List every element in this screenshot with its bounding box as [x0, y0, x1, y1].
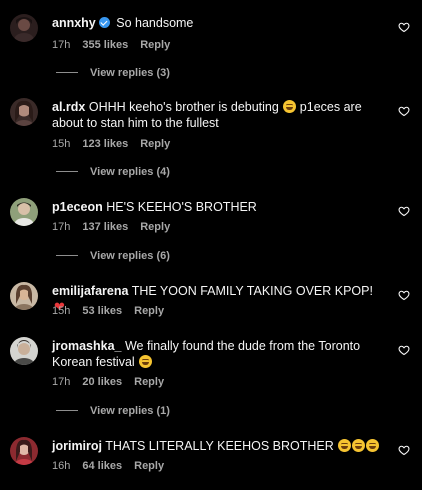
comment-time: 17h: [52, 39, 71, 51]
view-replies-label: View replies (4): [90, 166, 170, 178]
heart-outline-icon[interactable]: [398, 344, 410, 356]
verified-badge-icon: [98, 17, 110, 28]
avatar-image: [10, 198, 38, 226]
grinning-emoji-icon: [139, 355, 153, 368]
heart-outline-icon[interactable]: [398, 444, 410, 456]
grinning-emoji-icon: [338, 439, 352, 452]
comment-username[interactable]: annxhy: [52, 16, 96, 30]
view-replies-line: [56, 410, 78, 411]
avatar-image: [10, 282, 38, 310]
comment-body: THATS LITERALLY KEEHOS BROTHER: [105, 439, 334, 453]
heart-outline-icon[interactable]: [398, 289, 410, 301]
comment-likes[interactable]: 137 likes: [82, 221, 128, 233]
view-replies-line: [56, 171, 78, 172]
reply-button[interactable]: Reply: [134, 376, 164, 388]
comment-username[interactable]: p1eceon: [52, 200, 103, 214]
reply-button[interactable]: Reply: [134, 305, 164, 317]
avatar-image: [10, 437, 38, 465]
view-replies-button[interactable]: View replies (6): [56, 249, 170, 263]
reply-button[interactable]: Reply: [140, 221, 170, 233]
comment-username[interactable]: emilijafarena: [52, 284, 128, 298]
view-replies-line: [56, 72, 78, 73]
comment-meta: 17h 355 likes Reply: [52, 38, 182, 52]
comment-likes[interactable]: 20 likes: [82, 376, 122, 388]
comment-meta: 15h 53 likes Reply: [52, 304, 176, 318]
comment-time: 15h: [52, 138, 71, 150]
comment-username[interactable]: jromashka_: [52, 339, 121, 353]
avatar-image: [10, 337, 38, 365]
comment-body: THE YOON FAMILY TAKING OVER KPOP!: [131, 284, 373, 298]
view-replies-button[interactable]: View replies (1): [56, 404, 170, 418]
heart-outline-icon[interactable]: [398, 21, 410, 33]
view-replies-label: View replies (1): [90, 405, 170, 417]
comment-text: al.rdx OHHH keeho's brother is debuting …: [52, 99, 382, 131]
comment-meta: 17h 137 likes Reply: [52, 220, 182, 234]
comment-body: So handsome: [116, 16, 194, 30]
avatar[interactable]: [10, 198, 38, 226]
avatar[interactable]: [10, 282, 38, 310]
comment-username[interactable]: al.rdx: [52, 100, 85, 114]
view-replies-label: View replies (3): [90, 67, 170, 79]
comment-likes[interactable]: 53 likes: [82, 305, 122, 317]
view-replies-label: View replies (6): [90, 250, 170, 262]
heart-outline-icon[interactable]: [398, 105, 410, 117]
comment-username[interactable]: jorimiroj: [52, 439, 102, 453]
comment-time: 17h: [52, 376, 71, 388]
grinning-emoji-icon: [366, 439, 380, 452]
view-replies-line: [56, 255, 78, 256]
comment-time: 16h: [52, 460, 71, 472]
comment-body: HE'S KEEHO'S BROTHER: [106, 200, 257, 214]
reply-button[interactable]: Reply: [140, 39, 170, 51]
grinning-emoji-icon: [352, 439, 366, 452]
comment-likes[interactable]: 355 likes: [82, 39, 128, 51]
comment-likes[interactable]: 123 likes: [82, 138, 128, 150]
comment-time: 15h: [52, 305, 71, 317]
view-replies-button[interactable]: View replies (3): [56, 66, 170, 80]
comment-time: 17h: [52, 221, 71, 233]
avatar-image: [10, 14, 38, 42]
avatar[interactable]: [10, 14, 38, 42]
heart-outline-icon[interactable]: [398, 205, 410, 217]
comment-meta: 16h 64 likes Reply: [52, 459, 176, 473]
comment-text: annxhy So handsome: [52, 15, 382, 31]
comment-body: OHHH keeho's brother is debuting: [88, 100, 279, 114]
comment-text: p1eceon HE'S KEEHO'S BROTHER: [52, 199, 382, 215]
comment-text: jromashka_ We finally found the dude fro…: [52, 338, 382, 370]
avatar-image: [10, 98, 38, 126]
avatar[interactable]: [10, 437, 38, 465]
comment-text: jorimiroj THATS LITERALLY KEEHOS BROTHER: [52, 438, 382, 454]
comment-likes[interactable]: 64 likes: [82, 460, 122, 472]
avatar[interactable]: [10, 337, 38, 365]
view-replies-button[interactable]: View replies (4): [56, 165, 170, 179]
reply-button[interactable]: Reply: [140, 138, 170, 150]
comment-meta: 17h 20 likes Reply: [52, 375, 176, 389]
comment-meta: 15h 123 likes Reply: [52, 137, 182, 151]
avatar[interactable]: [10, 98, 38, 126]
grinning-emoji-icon: [283, 100, 297, 113]
reply-button[interactable]: Reply: [134, 460, 164, 472]
